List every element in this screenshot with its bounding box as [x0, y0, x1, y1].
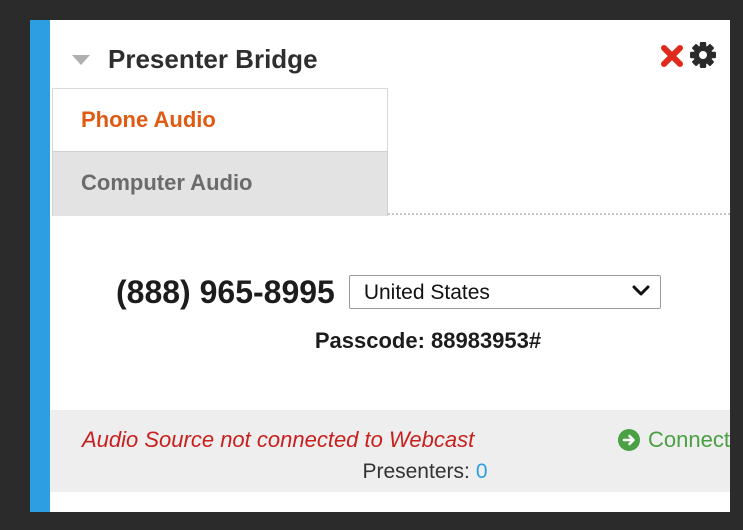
arrow-right-circle-icon — [618, 429, 641, 451]
connect-button[interactable]: Connect — [618, 427, 730, 453]
settings-button[interactable] — [688, 40, 718, 70]
tab-divider — [388, 213, 730, 215]
panel-header: Presenter Bridge — [50, 20, 730, 88]
connect-label: Connect — [648, 427, 730, 452]
status-bar: Audio Source not connected to Webcast Co… — [50, 410, 730, 492]
presenter-bridge-panel: Presenter Bridge Phone Audio Computer Au… — [30, 20, 730, 512]
close-button[interactable] — [658, 42, 686, 70]
presenters-label: Presenters: — [362, 460, 470, 483]
gear-icon — [690, 42, 716, 68]
country-select-value: United States — [363, 281, 490, 304]
status-message: Audio Source not connected to Webcast — [82, 427, 475, 452]
phone-row: (888) 965-8995 United States — [116, 270, 661, 314]
tab-phone-audio-label: Phone Audio — [81, 107, 216, 132]
presenters-row: Presenters: 0 — [50, 460, 730, 484]
presenters-count[interactable]: 0 — [476, 460, 488, 483]
phone-number: (888) 965-8995 — [116, 273, 335, 310]
passcode: Passcode: 88983953# — [314, 328, 542, 353]
tab-phone-audio[interactable]: Phone Audio — [52, 88, 388, 152]
chevron-down-icon — [632, 285, 650, 296]
accent-bar — [30, 20, 50, 512]
tab-computer-audio[interactable]: Computer Audio — [52, 152, 388, 216]
tab-computer-audio-label: Computer Audio — [81, 170, 253, 195]
close-icon — [661, 45, 683, 67]
country-select[interactable]: United States — [348, 275, 661, 309]
caret-down-icon[interactable] — [72, 55, 90, 65]
panel-title: Presenter Bridge — [108, 44, 318, 74]
